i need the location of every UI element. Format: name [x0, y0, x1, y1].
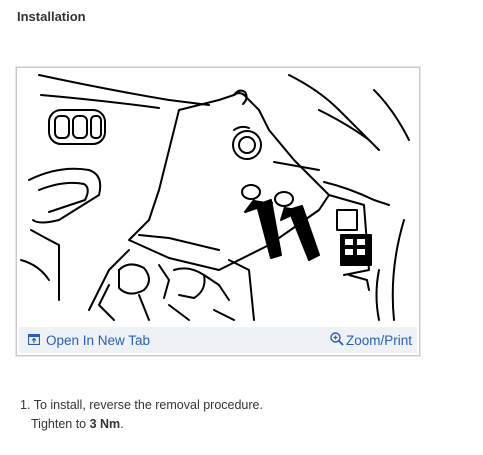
- open-in-new-tab-label: Open In New Tab: [46, 332, 151, 348]
- installation-steps: 1. To install, reverse the removal proce…: [20, 396, 263, 434]
- zoom-print-label: Zoom/Print: [345, 332, 412, 348]
- step-text: To install, reverse the removal procedur…: [33, 398, 263, 412]
- section-title: Installation: [17, 9, 86, 24]
- step-detail-prefix: Tighten to: [31, 417, 90, 431]
- step-detail-suffix: .: [120, 417, 124, 431]
- open-in-new-tab-icon: [27, 333, 41, 348]
- zoom-in-icon: [330, 331, 344, 349]
- step-item: 1. To install, reverse the removal proce…: [20, 396, 263, 415]
- open-in-new-tab-link[interactable]: Open In New Tab: [19, 333, 150, 348]
- step-number: 1.: [20, 398, 31, 412]
- zoom-print-link[interactable]: Zoom/Print: [330, 331, 417, 349]
- figure-card: Open In New Tab Zoom/Print: [16, 67, 420, 356]
- torque-value: 3 Nm: [89, 417, 121, 431]
- step-detail: Tighten to 3 Nm.: [20, 415, 263, 434]
- figure-toolbar: Open In New Tab Zoom/Print: [19, 327, 417, 353]
- installation-illustration[interactable]: [19, 70, 417, 325]
- page: Installation Open In New Tab Zoom/Print …: [0, 0, 483, 455]
